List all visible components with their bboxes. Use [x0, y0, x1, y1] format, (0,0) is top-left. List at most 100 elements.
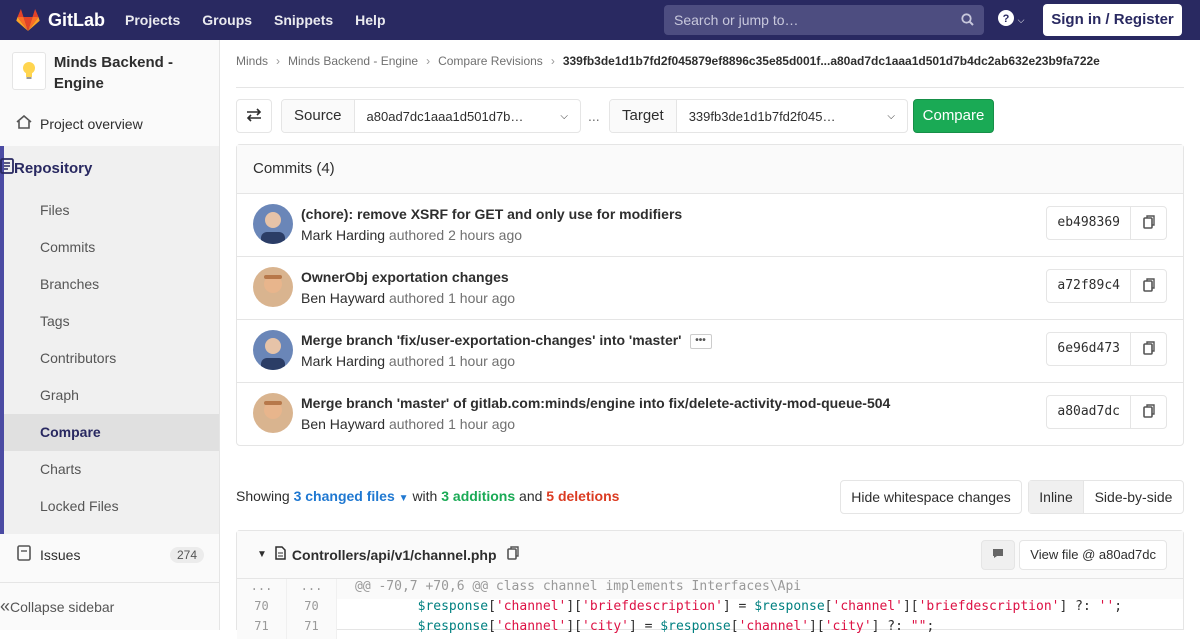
nav-projects[interactable]: Projects — [125, 12, 180, 28]
comment-icon — [992, 548, 1004, 562]
new-line-number[interactable]: ... — [287, 579, 337, 599]
inline-view-button[interactable]: Inline — [1029, 481, 1084, 513]
copy-icon[interactable] — [1131, 403, 1166, 421]
sidebar-label: Issues — [40, 546, 81, 563]
new-line-number[interactable]: 71 — [287, 619, 337, 639]
commit-title[interactable]: Merge branch 'fix/user-exportation-chang… — [301, 332, 712, 349]
commit-time: 1 hour ago — [448, 353, 516, 369]
commit-author[interactable]: Mark Harding — [301, 353, 385, 369]
sidebar-item-charts[interactable]: Charts — [40, 461, 81, 477]
view-file-button[interactable]: View file @ a80ad7dc — [1019, 540, 1167, 570]
changed-files-dropdown[interactable]: 3 changed files ▼ — [294, 488, 409, 504]
sidebar-item-repository[interactable]: Repository — [0, 147, 219, 189]
commit-time: 1 hour ago — [448, 290, 516, 306]
commits-header: Commits (4) — [237, 145, 1183, 194]
search-icon — [961, 13, 974, 29]
authored-label: authored — [388, 353, 445, 369]
crumb-compare[interactable]: Compare Revisions — [438, 54, 543, 68]
crumb-revision[interactable]: 339fb3de1d1b7fd2f045879ef8896c35e85d001f… — [563, 54, 1100, 68]
side-by-side-button[interactable]: Side-by-side — [1084, 481, 1183, 513]
commit-sha[interactable]: eb498369 — [1047, 207, 1131, 239]
crumb-minds[interactable]: Minds — [236, 54, 268, 68]
issues-icon — [16, 545, 32, 564]
sidebar-item-commits[interactable]: Commits — [40, 239, 95, 255]
sidebar-item-files[interactable]: Files — [40, 202, 70, 218]
file-icon — [275, 546, 286, 563]
commit-title[interactable]: Merge branch 'master' of gitlab.com:mind… — [301, 395, 890, 411]
copy-icon[interactable] — [1131, 214, 1166, 232]
help-dropdown[interactable]: ? ⌵ — [998, 10, 1024, 29]
avatar[interactable] — [253, 267, 293, 307]
commit-sha[interactable]: a80ad7dc — [1047, 396, 1131, 428]
home-icon — [16, 114, 32, 132]
caret-down-icon[interactable]: ▼ — [257, 549, 267, 560]
issues-count-badge: 274 — [169, 546, 204, 563]
nav-help[interactable]: Help — [355, 12, 385, 28]
nav-snippets[interactable]: Snippets — [274, 12, 333, 28]
copy-icon[interactable] — [506, 546, 519, 563]
gitlab-tanuki-icon — [16, 9, 40, 31]
target-label: Target — [610, 100, 677, 132]
chevron-down-icon: ⌵ — [887, 110, 895, 122]
sidebar-item-contributors[interactable]: Contributors — [40, 350, 116, 366]
commit-title[interactable]: OwnerObj exportation changes — [301, 269, 509, 285]
commit-sha-group: 6e96d473 — [1046, 332, 1167, 366]
commit-row: (chore): remove XSRF for GET and only us… — [237, 194, 1183, 257]
copy-icon[interactable] — [1131, 277, 1166, 295]
commit-sha[interactable]: 6e96d473 — [1047, 333, 1131, 365]
summary-text: Showing — [236, 488, 290, 504]
target-value: 339fb3de1d1b7fd2f045… — [688, 108, 836, 124]
sidebar-item-issues[interactable]: Issues 274 — [0, 536, 220, 573]
avatar[interactable] — [253, 330, 293, 370]
sidebar-item-overview[interactable]: Project overview — [0, 105, 220, 142]
file-path[interactable]: Controllers/api/v1/channel.php — [292, 547, 497, 563]
more-icon[interactable]: ••• — [689, 334, 712, 349]
commit-author[interactable]: Mark Harding — [301, 227, 385, 243]
new-line-number[interactable]: 70 — [287, 599, 337, 619]
source-label: Source — [282, 100, 355, 132]
commit-row: Merge branch 'fix/user-exportation-chang… — [237, 320, 1183, 383]
sidebar-item-tags[interactable]: Tags — [40, 313, 70, 329]
commit-title-text[interactable]: Merge branch 'fix/user-exportation-chang… — [301, 332, 682, 348]
sign-in-button[interactable]: Sign in / Register — [1043, 4, 1182, 36]
sidebar-label: Project overview — [40, 115, 143, 132]
swap-revisions-button[interactable] — [236, 99, 272, 133]
compare-button[interactable]: Compare — [913, 99, 994, 133]
project-name: Minds Backend - Engine — [53, 54, 173, 92]
copy-icon[interactable] — [1131, 340, 1166, 358]
caret-down-icon: ▼ — [398, 493, 409, 504]
nav-groups[interactable]: Groups — [202, 12, 252, 28]
commit-row: OwnerObj exportation changes Ben Hayward… — [237, 257, 1183, 320]
old-line-number[interactable]: 70 — [237, 599, 287, 619]
commit-author[interactable]: Ben Hayward — [301, 416, 385, 432]
diff-summary: Showing 3 changed files ▼ with 3 additio… — [236, 488, 619, 504]
collapse-sidebar-button[interactable]: « Collapse sidebar — [0, 582, 219, 630]
commit-title[interactable]: (chore): remove XSRF for GET and only us… — [301, 206, 682, 222]
deletions-count: 5 deletions — [546, 488, 620, 504]
project-avatar — [12, 52, 46, 90]
target-selector[interactable]: Target 339fb3de1d1b7fd2f045… ⌵ — [609, 99, 908, 133]
toggle-comments-button[interactable] — [981, 540, 1015, 570]
summary-text: with — [412, 488, 438, 504]
svg-text:?: ? — [1003, 13, 1010, 25]
double-chevron-left-icon: « — [0, 596, 11, 616]
avatar[interactable] — [253, 204, 293, 244]
sidebar-item-branches[interactable]: Branches — [40, 276, 99, 292]
commit-sha[interactable]: a72f89c4 — [1047, 270, 1131, 302]
diff-file: ▼ Controllers/api/v1/channel.php View fi… — [236, 530, 1184, 639]
commit-author[interactable]: Ben Hayward — [301, 290, 385, 306]
old-line-number[interactable]: ... — [237, 579, 287, 599]
sidebar-item-locked-files[interactable]: Locked Files — [40, 498, 119, 514]
source-selector[interactable]: Source a80ad7dc1aaa1d501d7b… ⌵ — [281, 99, 581, 133]
file-header: ▼ Controllers/api/v1/channel.php View fi… — [237, 531, 1183, 579]
avatar[interactable] — [253, 393, 293, 433]
hide-whitespace-button[interactable]: Hide whitespace changes — [840, 480, 1022, 514]
gitlab-logo[interactable]: GitLab — [16, 9, 105, 31]
sidebar-item-compare[interactable]: Compare — [4, 414, 219, 451]
search-input[interactable]: Search or jump to… — [664, 5, 984, 35]
crumb-project[interactable]: Minds Backend - Engine — [288, 54, 418, 68]
sidebar-item-graph[interactable]: Graph — [40, 387, 79, 403]
additions-count: 3 additions — [441, 488, 516, 504]
sidebar: Minds Backend - Engine Project overview … — [0, 40, 220, 630]
old-line-number[interactable]: 71 — [237, 619, 287, 639]
